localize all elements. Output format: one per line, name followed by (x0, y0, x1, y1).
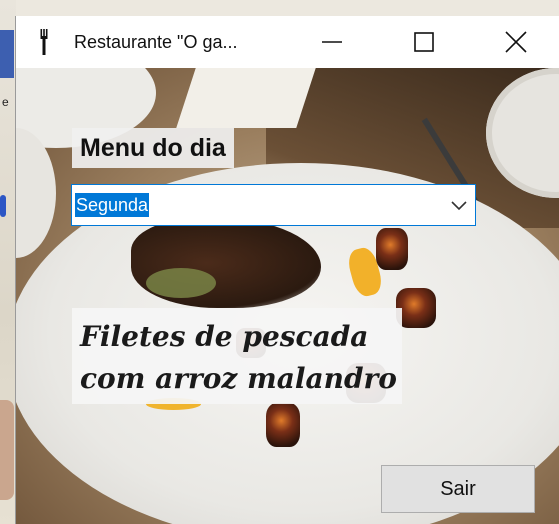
background-photo: Menu do dia Segunda Filetes de pescada c… (16, 68, 559, 524)
day-select[interactable]: Segunda (71, 184, 476, 226)
menu-title: Menu do dia (72, 128, 234, 168)
dish-of-the-day: Filetes de pescada com arroz malandro (72, 308, 402, 404)
photo-napkin (176, 68, 316, 128)
photo-food (146, 268, 216, 298)
fork-icon (16, 16, 56, 68)
photo-food-piece (266, 403, 300, 447)
background-window-fragment (0, 30, 14, 78)
close-icon (505, 31, 527, 53)
minimize-button[interactable] (309, 16, 355, 68)
day-select-value: Segunda (75, 193, 150, 217)
window-title: Restaurante "O ga... (74, 32, 238, 52)
background-app-edge: e (0, 0, 16, 524)
dish-line-2: com arroz malandro (80, 362, 397, 395)
chevron-down-icon[interactable] (451, 197, 467, 213)
background-text-fragment: e (2, 95, 9, 109)
maximize-icon (414, 32, 434, 52)
dish-line-1: Filetes de pescada (80, 320, 369, 353)
app-window: Restaurante "O ga... Menu do dia Segunda (16, 16, 559, 524)
minimize-icon (322, 41, 342, 43)
close-button[interactable] (493, 16, 539, 68)
title-bar[interactable]: Restaurante "O ga... (16, 16, 559, 68)
photo-food-piece (396, 288, 436, 328)
maximize-button[interactable] (401, 16, 447, 68)
exit-button[interactable]: Sair (381, 465, 535, 513)
background-fragment (0, 195, 6, 217)
background-image-fragment (0, 400, 14, 500)
photo-food-piece (376, 228, 408, 270)
